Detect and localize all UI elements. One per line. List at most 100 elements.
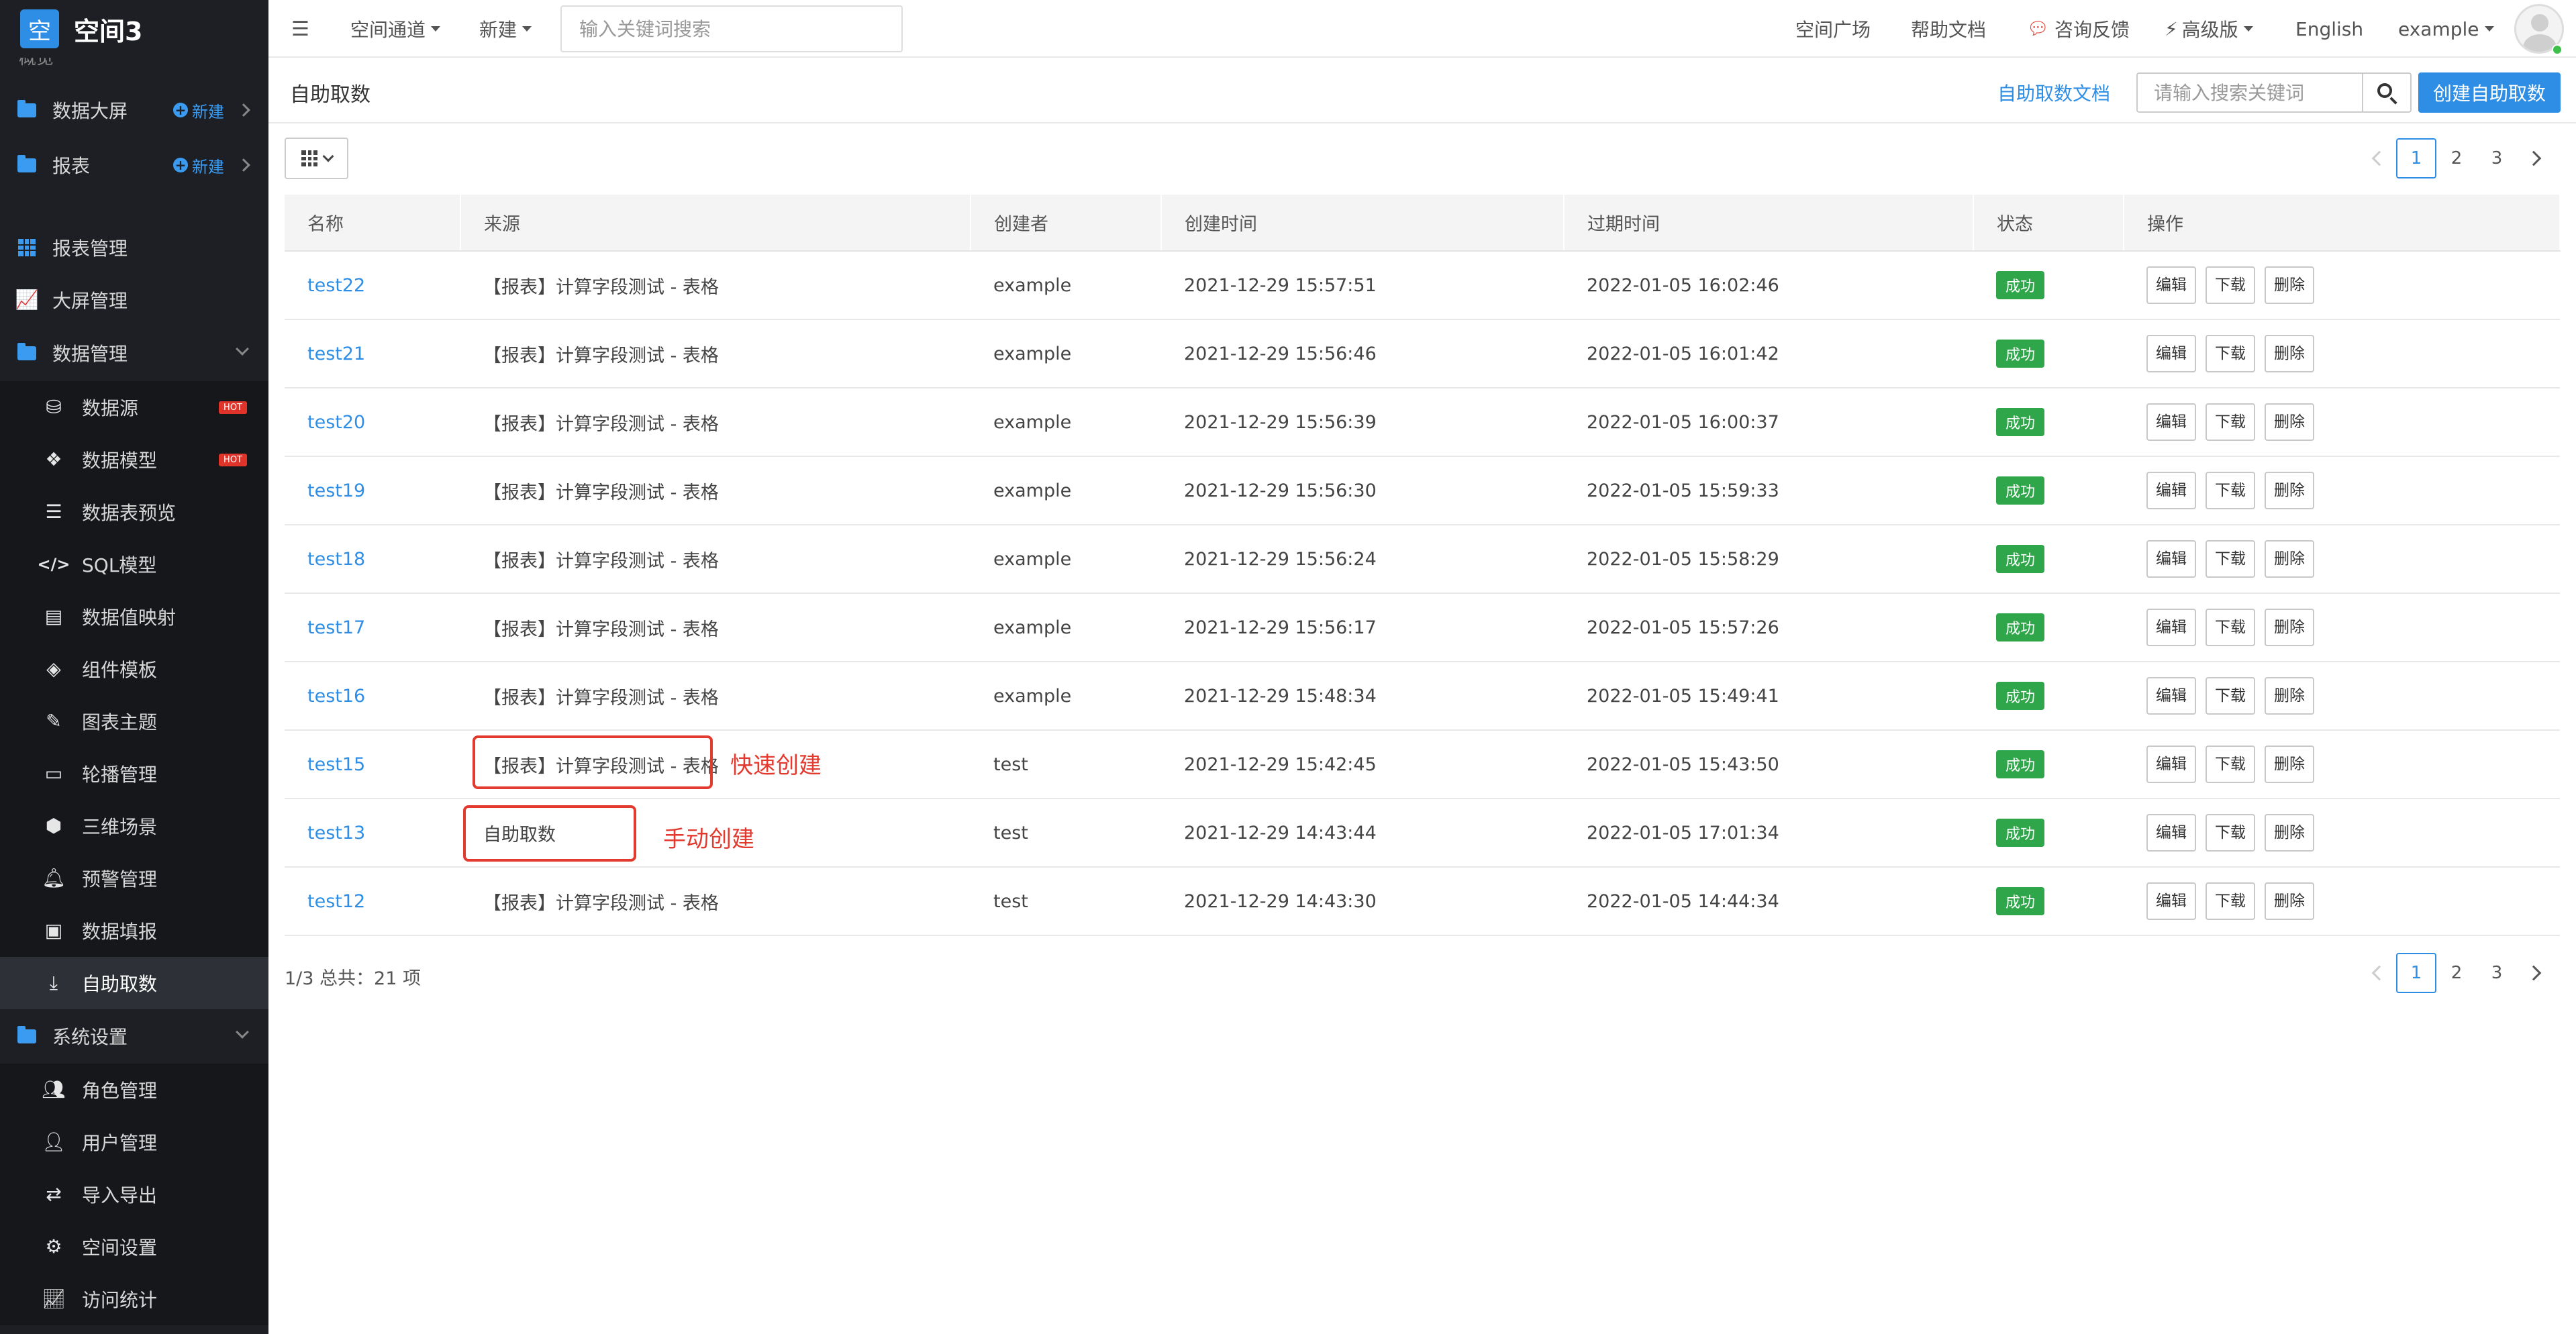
- delete-button[interactable]: 删除: [2265, 609, 2314, 646]
- page-1-button[interactable]: 1: [2396, 138, 2436, 178]
- new-report-link[interactable]: + 新建: [173, 154, 224, 177]
- download-button[interactable]: 下载: [2206, 335, 2255, 372]
- sidebar-item-value-mapping[interactable]: ▤ 数据值映射: [0, 591, 268, 643]
- delete-button[interactable]: 删除: [2265, 746, 2314, 783]
- column-toggle-button[interactable]: [285, 138, 348, 179]
- download-button[interactable]: 下载: [2206, 814, 2255, 852]
- sidebar-item-user-management[interactable]: 👤︎ 用户管理: [0, 1116, 268, 1168]
- sidebar-item-system-settings[interactable]: 系统设置: [0, 1010, 268, 1062]
- sidebar-item-carousel[interactable]: ▭ 轮播管理: [0, 748, 268, 800]
- delete-button[interactable]: 删除: [2265, 403, 2314, 441]
- delete-button[interactable]: 删除: [2265, 540, 2314, 578]
- global-search-input[interactable]: [560, 5, 903, 52]
- page-2-button[interactable]: 2: [2436, 138, 2477, 178]
- edit-button[interactable]: 编辑: [2146, 677, 2196, 715]
- row-name-link[interactable]: test13: [285, 799, 460, 868]
- id-card-icon: ▣: [44, 919, 63, 941]
- page-2-button[interactable]: 2: [2436, 953, 2477, 993]
- column-header-status[interactable]: 状态: [1973, 195, 2124, 252]
- next-page-button[interactable]: [2517, 953, 2550, 993]
- row-name-link[interactable]: test18: [285, 525, 460, 594]
- download-button[interactable]: 下载: [2206, 472, 2255, 509]
- sidebar-item-component-template[interactable]: ◈ 组件模板: [0, 643, 268, 695]
- sidebar-item-3d-scene[interactable]: ⬢ 三维场景: [0, 800, 268, 852]
- page-3-button[interactable]: 3: [2477, 138, 2517, 178]
- edit-button[interactable]: 编辑: [2146, 540, 2196, 578]
- row-name-link[interactable]: test12: [285, 867, 460, 936]
- prev-page-button[interactable]: [2363, 953, 2396, 993]
- download-button[interactable]: 下载: [2206, 266, 2255, 304]
- sidebar-item-data-management[interactable]: 数据管理: [0, 327, 268, 379]
- sidebar-item-screen-management[interactable]: 📈 大屏管理: [0, 274, 268, 326]
- sidebar-item-self-service[interactable]: ⤓ 自助取数: [0, 957, 268, 1009]
- delete-button[interactable]: 删除: [2265, 472, 2314, 509]
- download-button[interactable]: 下载: [2206, 609, 2255, 646]
- edit-button[interactable]: 编辑: [2146, 814, 2196, 852]
- row-name-link[interactable]: test16: [285, 662, 460, 731]
- sidebar-item-data-fill[interactable]: ▣ 数据填报: [0, 905, 268, 957]
- column-header-expires[interactable]: 过期时间: [1564, 195, 1974, 252]
- edit-button[interactable]: 编辑: [2146, 609, 2196, 646]
- column-header-source[interactable]: 来源: [460, 195, 971, 252]
- help-docs-link[interactable]: 帮助文档: [1911, 0, 1986, 58]
- self-service-docs-link[interactable]: 自助取数文档: [1997, 79, 2110, 106]
- sidebar-item-data-model[interactable]: ❖ 数据模型 HOT: [0, 433, 268, 486]
- create-self-service-button[interactable]: 创建自助取数: [2418, 72, 2561, 113]
- column-header-created[interactable]: 创建时间: [1161, 195, 1565, 252]
- sidebar-item-report-management[interactable]: 报表管理: [0, 221, 268, 274]
- page-1-button[interactable]: 1: [2396, 953, 2436, 993]
- language-switch[interactable]: English: [2295, 0, 2363, 58]
- search-button[interactable]: [2362, 72, 2412, 113]
- sidebar-item-role-management[interactable]: 👥︎ 角色管理: [0, 1064, 268, 1116]
- keyword-search-input[interactable]: [2136, 72, 2362, 113]
- row-name-link[interactable]: test21: [285, 319, 460, 389]
- sidebar-item-space-settings[interactable]: ⚙ 空间设置: [0, 1221, 268, 1273]
- sidebar-item-chart-theme[interactable]: ✎ 图表主题: [0, 695, 268, 748]
- new-data-screen-link[interactable]: + 新建: [173, 99, 224, 122]
- download-button[interactable]: 下载: [2206, 677, 2255, 715]
- advanced-dropdown[interactable]: ⚡︎ 高级版: [2165, 0, 2253, 58]
- page-3-button[interactable]: 3: [2477, 953, 2517, 993]
- delete-button[interactable]: 删除: [2265, 882, 2314, 920]
- sidebar-item-table-preview[interactable]: ☰ 数据表预览: [0, 486, 268, 538]
- row-name-link[interactable]: test20: [285, 388, 460, 457]
- edit-button[interactable]: 编辑: [2146, 472, 2196, 509]
- delete-button[interactable]: 删除: [2265, 677, 2314, 715]
- sidebar-item-data-screen[interactable]: 数据大屏 + 新建: [0, 84, 268, 136]
- column-header-creator[interactable]: 创建者: [971, 195, 1162, 252]
- row-name-link[interactable]: test17: [285, 593, 460, 662]
- user-menu[interactable]: example: [2398, 0, 2494, 58]
- menu-toggle-icon[interactable]: ☰: [291, 0, 309, 58]
- row-name-link[interactable]: test22: [285, 251, 460, 320]
- edit-button[interactable]: 编辑: [2146, 882, 2196, 920]
- feedback-link[interactable]: 💬︎ 咨询反馈: [2027, 0, 2130, 58]
- sidebar-item-datasource[interactable]: ⛁ 数据源 HOT: [0, 381, 268, 433]
- download-button[interactable]: 下载: [2206, 403, 2255, 441]
- sidebar-item-import-export[interactable]: ⇄ 导入导出: [0, 1168, 268, 1221]
- prev-page-button[interactable]: [2363, 138, 2396, 178]
- new-dropdown[interactable]: 新建: [479, 0, 532, 58]
- edit-button[interactable]: 编辑: [2146, 266, 2196, 304]
- sidebar-item-label: SQL模型: [82, 554, 157, 576]
- next-page-button[interactable]: [2517, 138, 2550, 178]
- row-name-link[interactable]: test19: [285, 456, 460, 525]
- download-button[interactable]: 下载: [2206, 746, 2255, 783]
- row-name-link[interactable]: test15: [285, 730, 460, 799]
- row-created-time: 2021-12-29 15:56:30: [1161, 456, 1564, 525]
- delete-button[interactable]: 删除: [2265, 335, 2314, 372]
- edit-button[interactable]: 编辑: [2146, 335, 2196, 372]
- space-channel-dropdown[interactable]: 空间通道: [350, 0, 441, 58]
- edit-button[interactable]: 编辑: [2146, 746, 2196, 783]
- delete-button[interactable]: 删除: [2265, 266, 2314, 304]
- sidebar-item-sql-model[interactable]: </> SQL模型: [0, 538, 268, 591]
- delete-button[interactable]: 删除: [2265, 814, 2314, 852]
- download-button[interactable]: 下载: [2206, 540, 2255, 578]
- sidebar-item-report[interactable]: 报表 + 新建: [0, 139, 268, 191]
- column-header-name[interactable]: 名称: [285, 195, 461, 252]
- space-plaza-link[interactable]: 空间广场: [1795, 0, 1871, 58]
- caret-down-icon: [522, 26, 532, 32]
- sidebar-item-visit-stats[interactable]: 📈︎ 访问统计: [0, 1273, 268, 1325]
- edit-button[interactable]: 编辑: [2146, 403, 2196, 441]
- sidebar-item-alert[interactable]: 🔔︎ 预警管理: [0, 852, 268, 905]
- download-button[interactable]: 下载: [2206, 882, 2255, 920]
